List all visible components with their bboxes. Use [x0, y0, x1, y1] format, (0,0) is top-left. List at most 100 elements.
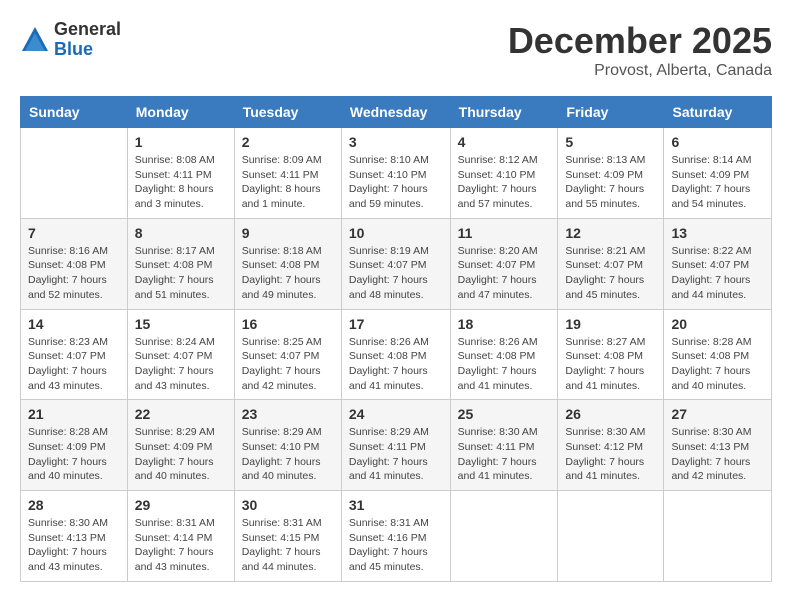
calendar-cell: 1 Sunrise: 8:08 AM Sunset: 4:11 PM Daylig… — [127, 128, 234, 219]
calendar-cell: 6 Sunrise: 8:14 AM Sunset: 4:09 PM Daylig… — [664, 128, 772, 219]
day-number: 23 — [242, 406, 334, 422]
day-number: 4 — [458, 134, 551, 150]
calendar-cell: 11 Sunrise: 8:20 AM Sunset: 4:07 PM Dayli… — [450, 218, 558, 309]
month-title: December 2025 — [508, 20, 772, 62]
calendar-cell: 29Sunrise: 8:31 AM Sunset: 4:14 PM Dayli… — [127, 491, 234, 582]
day-info: Sunrise: 8:21 AM Sunset: 4:07 PM Dayligh… — [565, 244, 656, 303]
day-number: 15 — [135, 316, 227, 332]
calendar-cell: 16 Sunrise: 8:25 AM Sunset: 4:07 PM Dayli… — [234, 309, 341, 400]
calendar-cell: 27Sunrise: 8:30 AM Sunset: 4:13 PM Dayli… — [664, 400, 772, 491]
calendar-cell: 13 Sunrise: 8:22 AM Sunset: 4:07 PM Dayli… — [664, 218, 772, 309]
calendar-table: SundayMondayTuesdayWednesdayThursdayFrid… — [20, 96, 772, 582]
day-number: 11 — [458, 225, 551, 241]
logo-general: General — [54, 20, 121, 40]
day-number: 31 — [349, 497, 443, 513]
day-info: Sunrise: 8:28 AM Sunset: 4:08 PM Dayligh… — [671, 335, 764, 394]
day-info: Sunrise: 8:23 AM Sunset: 4:07 PM Dayligh… — [28, 335, 120, 394]
day-info: Sunrise: 8:22 AM Sunset: 4:07 PM Dayligh… — [671, 244, 764, 303]
day-info: Sunrise: 8:26 AM Sunset: 4:08 PM Dayligh… — [349, 335, 443, 394]
day-number: 6 — [671, 134, 764, 150]
day-number: 10 — [349, 225, 443, 241]
day-info: Sunrise: 8:08 AM Sunset: 4:11 PM Dayligh… — [135, 153, 227, 212]
week-row-3: 21Sunrise: 8:28 AM Sunset: 4:09 PM Dayli… — [21, 400, 772, 491]
location: Provost, Alberta, Canada — [508, 62, 772, 80]
calendar-cell: 28 Sunrise: 8:30 AM Sunset: 4:13 PM Dayli… — [21, 491, 128, 582]
day-number: 22 — [135, 406, 227, 422]
day-number: 18 — [458, 316, 551, 332]
day-info: Sunrise: 8:14 AM Sunset: 4:09 PM Dayligh… — [671, 153, 764, 212]
day-info: Sunrise: 8:26 AM Sunset: 4:08 PM Dayligh… — [458, 335, 551, 394]
day-info: Sunrise: 8:19 AM Sunset: 4:07 PM Dayligh… — [349, 244, 443, 303]
day-info: Sunrise: 8:12 AM Sunset: 4:10 PM Dayligh… — [458, 153, 551, 212]
week-row-0: 1 Sunrise: 8:08 AM Sunset: 4:11 PM Daylig… — [21, 128, 772, 219]
calendar-cell: 2 Sunrise: 8:09 AM Sunset: 4:11 PM Daylig… — [234, 128, 341, 219]
day-number: 14 — [28, 316, 120, 332]
logo-blue: Blue — [54, 40, 121, 60]
header-thursday: Thursday — [450, 97, 558, 128]
calendar-cell: 3 Sunrise: 8:10 AM Sunset: 4:10 PM Daylig… — [341, 128, 450, 219]
title-section: December 2025 Provost, Alberta, Canada — [508, 20, 772, 80]
day-number: 13 — [671, 225, 764, 241]
day-number: 3 — [349, 134, 443, 150]
day-info: Sunrise: 8:28 AM Sunset: 4:09 PM Dayligh… — [28, 425, 120, 484]
day-number: 17 — [349, 316, 443, 332]
day-info: Sunrise: 8:17 AM Sunset: 4:08 PM Dayligh… — [135, 244, 227, 303]
header-monday: Monday — [127, 97, 234, 128]
calendar-cell: 14 Sunrise: 8:23 AM Sunset: 4:07 PM Dayli… — [21, 309, 128, 400]
calendar-cell: 23 Sunrise: 8:29 AM Sunset: 4:10 PM Dayli… — [234, 400, 341, 491]
day-number: 7 — [28, 225, 120, 241]
day-info: Sunrise: 8:31 AM Sunset: 4:15 PM Dayligh… — [242, 516, 334, 575]
week-row-2: 14 Sunrise: 8:23 AM Sunset: 4:07 PM Dayli… — [21, 309, 772, 400]
calendar-cell: 12Sunrise: 8:21 AM Sunset: 4:07 PM Dayli… — [558, 218, 664, 309]
day-info: Sunrise: 8:24 AM Sunset: 4:07 PM Dayligh… — [135, 335, 227, 394]
page-header: General Blue December 2025 Provost, Albe… — [20, 20, 772, 80]
day-number: 1 — [135, 134, 227, 150]
calendar-cell: 7 Sunrise: 8:16 AM Sunset: 4:08 PM Daylig… — [21, 218, 128, 309]
calendar-cell: 8 Sunrise: 8:17 AM Sunset: 4:08 PM Daylig… — [127, 218, 234, 309]
day-number: 8 — [135, 225, 227, 241]
header-row: SundayMondayTuesdayWednesdayThursdayFrid… — [21, 97, 772, 128]
calendar-cell: 18 Sunrise: 8:26 AM Sunset: 4:08 PM Dayli… — [450, 309, 558, 400]
day-info: Sunrise: 8:29 AM Sunset: 4:11 PM Dayligh… — [349, 425, 443, 484]
day-number: 25 — [458, 406, 551, 422]
header-tuesday: Tuesday — [234, 97, 341, 128]
logo-icon — [20, 25, 50, 55]
day-number: 29 — [135, 497, 227, 513]
logo-text: General Blue — [54, 20, 121, 60]
day-info: Sunrise: 8:13 AM Sunset: 4:09 PM Dayligh… — [565, 153, 656, 212]
day-number: 9 — [242, 225, 334, 241]
calendar-cell — [558, 491, 664, 582]
day-number: 27 — [671, 406, 764, 422]
calendar-cell: 25Sunrise: 8:30 AM Sunset: 4:11 PM Dayli… — [450, 400, 558, 491]
calendar-cell: 31Sunrise: 8:31 AM Sunset: 4:16 PM Dayli… — [341, 491, 450, 582]
calendar-header: SundayMondayTuesdayWednesdayThursdayFrid… — [21, 97, 772, 128]
day-info: Sunrise: 8:09 AM Sunset: 4:11 PM Dayligh… — [242, 153, 334, 212]
day-number: 24 — [349, 406, 443, 422]
day-info: Sunrise: 8:10 AM Sunset: 4:10 PM Dayligh… — [349, 153, 443, 212]
header-wednesday: Wednesday — [341, 97, 450, 128]
day-info: Sunrise: 8:29 AM Sunset: 4:09 PM Dayligh… — [135, 425, 227, 484]
calendar-cell: 9 Sunrise: 8:18 AM Sunset: 4:08 PM Daylig… — [234, 218, 341, 309]
day-number: 30 — [242, 497, 334, 513]
calendar-cell: 17 Sunrise: 8:26 AM Sunset: 4:08 PM Dayli… — [341, 309, 450, 400]
day-info: Sunrise: 8:27 AM Sunset: 4:08 PM Dayligh… — [565, 335, 656, 394]
day-info: Sunrise: 8:20 AM Sunset: 4:07 PM Dayligh… — [458, 244, 551, 303]
day-info: Sunrise: 8:18 AM Sunset: 4:08 PM Dayligh… — [242, 244, 334, 303]
day-number: 28 — [28, 497, 120, 513]
header-saturday: Saturday — [664, 97, 772, 128]
day-number: 16 — [242, 316, 334, 332]
day-info: Sunrise: 8:16 AM Sunset: 4:08 PM Dayligh… — [28, 244, 120, 303]
week-row-4: 28 Sunrise: 8:30 AM Sunset: 4:13 PM Dayli… — [21, 491, 772, 582]
calendar-cell: 22 Sunrise: 8:29 AM Sunset: 4:09 PM Dayli… — [127, 400, 234, 491]
day-number: 2 — [242, 134, 334, 150]
calendar-cell: 19 Sunrise: 8:27 AM Sunset: 4:08 PM Dayli… — [558, 309, 664, 400]
calendar-cell: 20Sunrise: 8:28 AM Sunset: 4:08 PM Dayli… — [664, 309, 772, 400]
day-info: Sunrise: 8:25 AM Sunset: 4:07 PM Dayligh… — [242, 335, 334, 394]
calendar-cell: 21Sunrise: 8:28 AM Sunset: 4:09 PM Dayli… — [21, 400, 128, 491]
day-info: Sunrise: 8:29 AM Sunset: 4:10 PM Dayligh… — [242, 425, 334, 484]
day-number: 19 — [565, 316, 656, 332]
calendar-body: 1 Sunrise: 8:08 AM Sunset: 4:11 PM Daylig… — [21, 128, 772, 582]
day-info: Sunrise: 8:30 AM Sunset: 4:13 PM Dayligh… — [28, 516, 120, 575]
calendar-cell: 26Sunrise: 8:30 AM Sunset: 4:12 PM Dayli… — [558, 400, 664, 491]
calendar-cell: 10 Sunrise: 8:19 AM Sunset: 4:07 PM Dayli… — [341, 218, 450, 309]
